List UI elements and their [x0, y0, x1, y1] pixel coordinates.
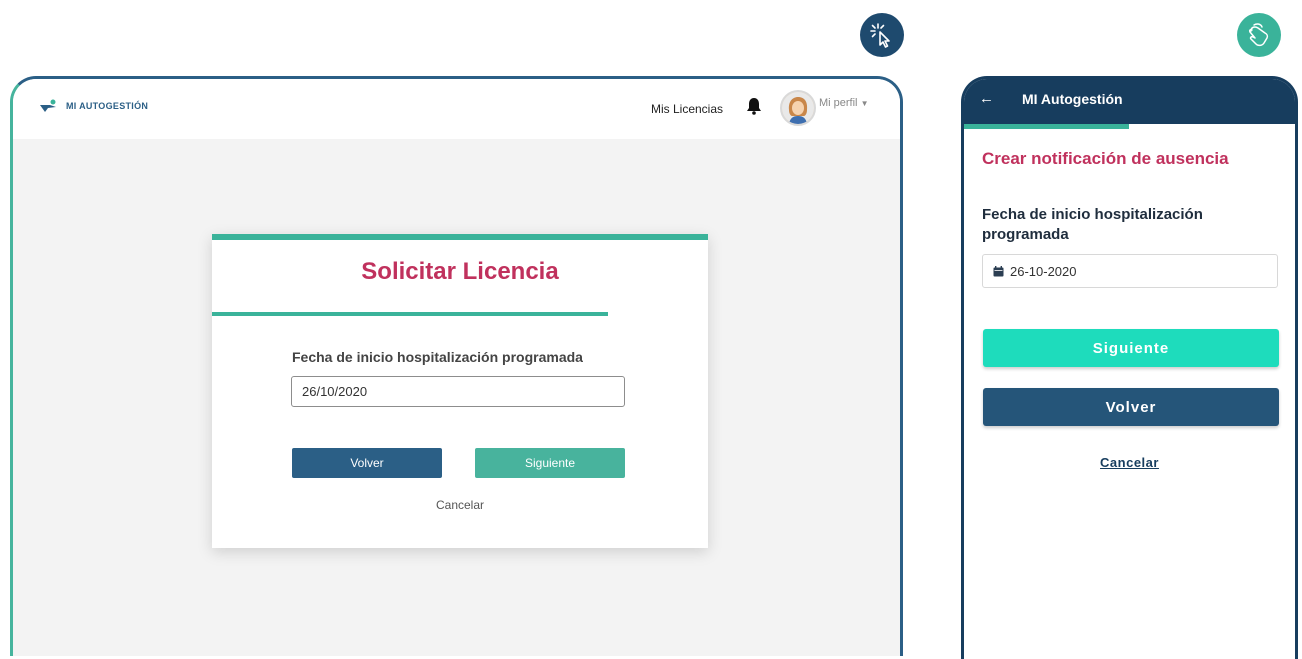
mobile-window: ← MI Autogestión Crear notificación de a…	[961, 76, 1298, 659]
calendar-icon	[993, 265, 1004, 276]
top-navbar: MI AUTOGESTIÓN Mis Licencias Mi perfil ▼	[13, 79, 900, 139]
mobile-page-title: Crear notificación de ausencia	[982, 149, 1229, 168]
mobile-start-date-input[interactable]: 26-10-2020	[982, 254, 1278, 288]
bell-icon[interactable]	[746, 97, 762, 120]
profile-label: Mi perfil	[819, 97, 858, 109]
profile-menu[interactable]: Mi perfil ▼	[819, 97, 869, 109]
date-field-label: Fecha de inicio hospitalización programa…	[292, 349, 583, 365]
back-button[interactable]: Volver	[292, 448, 442, 478]
progress-bar	[964, 124, 1129, 129]
mobile-date-field-label: Fecha de inicio hospitalización programa…	[982, 206, 1203, 243]
mobile-app-title: MI Autogestión	[1022, 91, 1123, 107]
card-top-accent	[212, 234, 708, 240]
license-request-card: Solicitar Licencia Fecha de inicio hospi…	[212, 234, 708, 548]
app-logo[interactable]: MI AUTOGESTIÓN	[39, 99, 148, 113]
avatar[interactable]	[780, 90, 816, 126]
tap-hand-icon	[1237, 13, 1281, 57]
page-title: Solicitar Licencia	[361, 258, 559, 285]
mobile-header: ← MI Autogestión	[964, 79, 1295, 124]
logo-text: MI AUTOGESTIÓN	[66, 101, 149, 111]
back-arrow-icon[interactable]: ←	[979, 90, 994, 107]
start-date-input[interactable]	[291, 376, 625, 407]
logo-figure-icon	[40, 99, 56, 112]
mobile-date-value: 26-10-2020	[1010, 263, 1077, 279]
caret-down-icon: ▼	[860, 99, 869, 108]
desktop-window: MI AUTOGESTIÓN Mis Licencias Mi perfil ▼…	[10, 76, 903, 656]
click-cursor-icon	[860, 13, 904, 57]
next-button[interactable]: Siguiente	[475, 448, 625, 478]
cancel-link[interactable]: Cancelar	[212, 498, 708, 512]
mobile-next-button[interactable]: Siguiente	[983, 329, 1279, 367]
mobile-cancel-link[interactable]: Cancelar	[964, 455, 1295, 470]
nav-mis-licencias-link[interactable]: Mis Licencias	[651, 102, 723, 116]
mobile-back-button[interactable]: Volver	[983, 388, 1279, 426]
card-divider	[212, 312, 608, 316]
